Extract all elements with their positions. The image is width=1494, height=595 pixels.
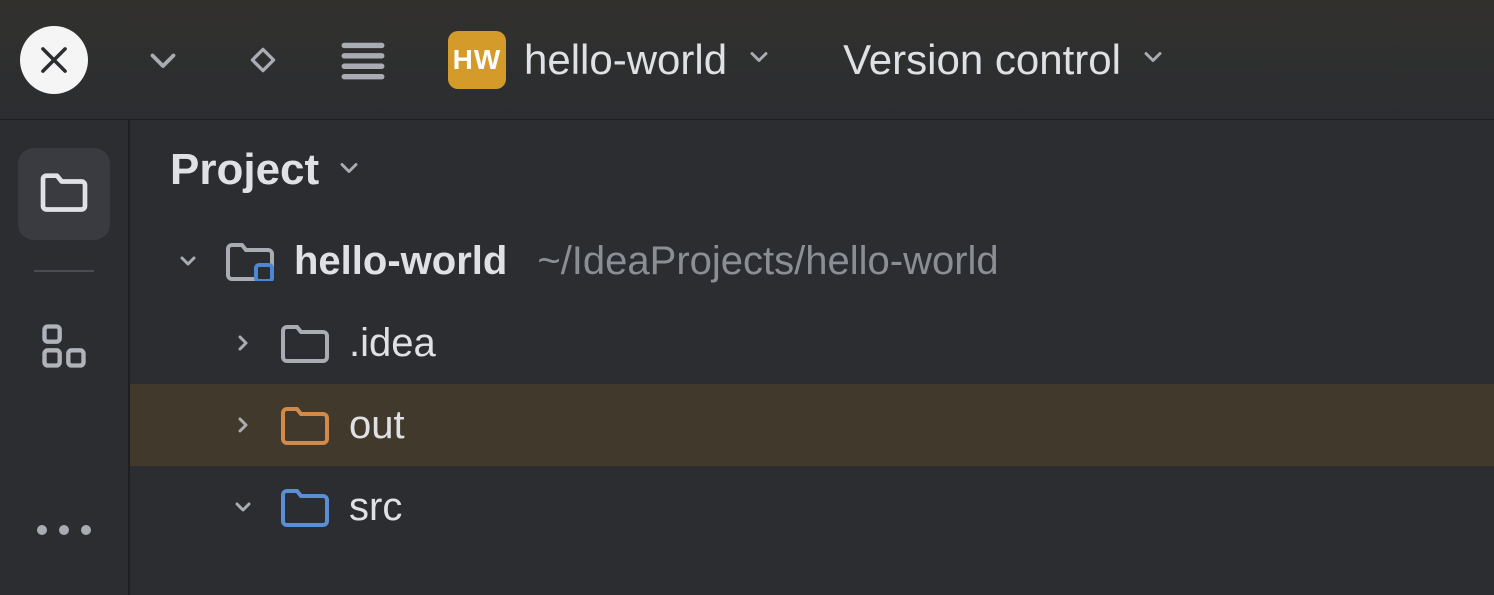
version-control-selector[interactable]: Version control — [843, 36, 1167, 84]
project-selector[interactable]: HW hello-world — [448, 31, 773, 89]
tree-item-label: .idea — [349, 321, 436, 366]
main-area: Project — [0, 120, 1494, 595]
expand-icon[interactable] — [225, 331, 261, 355]
tree-row[interactable]: .idea — [130, 302, 1494, 384]
dot-icon — [59, 525, 69, 535]
project-panel-header[interactable]: Project — [130, 120, 1494, 220]
tree-item-label: src — [349, 485, 402, 530]
tool-window-strip — [0, 120, 130, 595]
structure-icon — [38, 320, 90, 377]
project-badge: HW — [448, 31, 506, 89]
folder-icon — [281, 405, 329, 445]
structure-tool-button[interactable] — [18, 302, 110, 394]
expand-icon[interactable] — [225, 413, 261, 437]
chevron-down-icon — [335, 154, 363, 187]
project-tool-button[interactable] — [18, 148, 110, 240]
module-folder-icon — [226, 241, 274, 281]
dot-icon — [37, 525, 47, 535]
folder-icon — [281, 487, 329, 527]
chevron-down-icon — [1139, 43, 1167, 76]
close-button[interactable] — [20, 26, 88, 94]
tree-row[interactable]: out — [130, 384, 1494, 466]
top-toolbar: HW hello-world Version control — [0, 0, 1494, 120]
dot-icon — [81, 525, 91, 535]
project-name-label: hello-world — [524, 36, 727, 84]
panel-title: Project — [170, 145, 319, 195]
version-control-label: Version control — [843, 36, 1121, 84]
project-tree: hello-world ~/IdeaProjects/hello-world .… — [130, 220, 1494, 595]
more-button[interactable] — [37, 525, 91, 535]
tree-row[interactable]: src — [130, 466, 1494, 548]
chevron-down-icon — [745, 43, 773, 76]
collapse-icon[interactable] — [225, 495, 261, 519]
tree-item-label: out — [349, 403, 405, 448]
tree-root-path: ~/IdeaProjects/hello-world — [537, 239, 998, 284]
chevron-down-icon[interactable] — [138, 35, 188, 85]
folder-icon — [281, 323, 329, 363]
divider — [34, 270, 94, 272]
collapse-icon[interactable] — [170, 249, 206, 273]
menu-icon[interactable] — [338, 35, 388, 85]
tree-root-row[interactable]: hello-world ~/IdeaProjects/hello-world — [130, 220, 1494, 302]
folder-icon — [36, 164, 92, 225]
diamond-icon[interactable] — [238, 35, 288, 85]
project-panel: Project — [130, 120, 1494, 595]
tree-root-label: hello-world — [294, 239, 507, 284]
